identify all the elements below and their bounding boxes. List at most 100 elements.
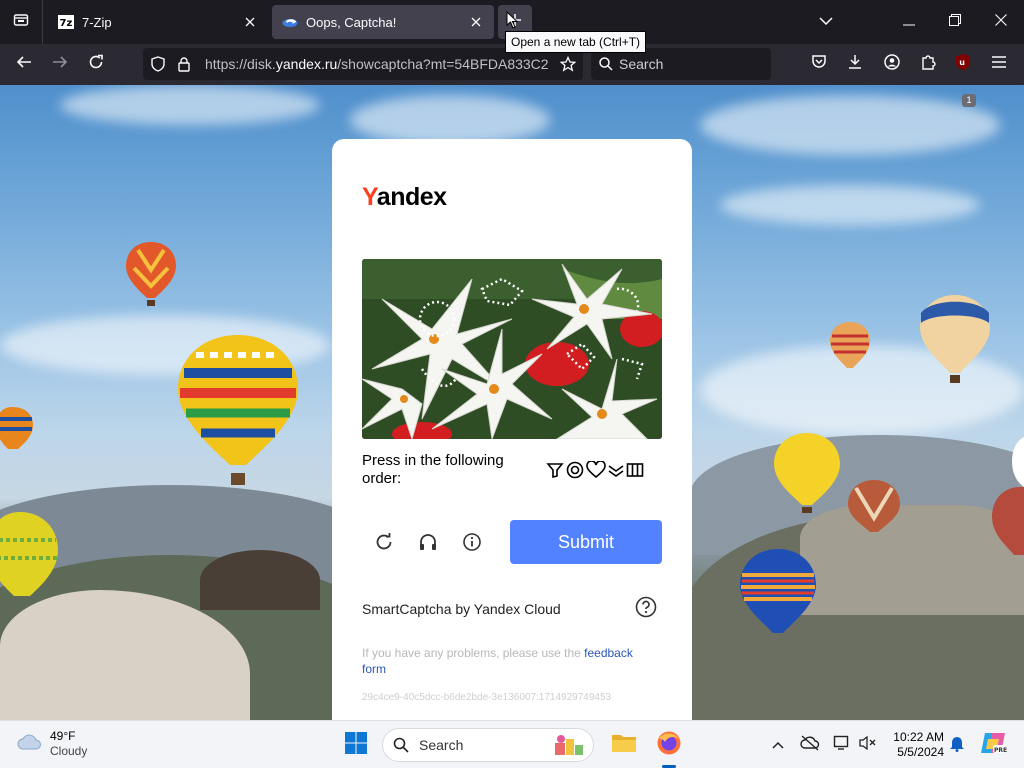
taskbar: 49°F Cloudy Search 10:22 AM 5/5/2024 PRE	[0, 720, 1024, 768]
ublock-extension-button[interactable]: u	[947, 48, 979, 80]
captcha-order-icons	[546, 460, 644, 484]
chevron-down-icon	[819, 13, 833, 31]
hot-air-balloon	[126, 242, 176, 306]
url-prefix: https://disk.	[205, 56, 276, 72]
7zip-icon: 7z	[58, 14, 74, 30]
clock-time: 10:22 AM	[893, 730, 944, 744]
account-button[interactable]	[876, 48, 908, 80]
firefox-view-button[interactable]	[0, 0, 43, 44]
start-button[interactable]	[338, 727, 374, 763]
svg-text:7z: 7z	[60, 18, 73, 29]
tab-strip: 7z 7-Zip Oops, Captcha! Open a new tab (…	[0, 0, 1024, 53]
clock-date: 5/5/2024	[897, 745, 944, 759]
refresh-captcha-button[interactable]	[370, 530, 398, 558]
close-icon	[995, 13, 1007, 31]
hot-air-balloon	[848, 480, 900, 532]
puzzle-icon	[920, 54, 936, 75]
system-clock[interactable]: 10:22 AM 5/5/2024	[886, 730, 944, 760]
ublock-shield-icon: u	[955, 53, 971, 76]
show-hidden-icons-button[interactable]	[766, 733, 790, 757]
pocket-button[interactable]	[803, 48, 835, 80]
restore-icon	[949, 13, 961, 31]
hot-air-balloon	[740, 549, 816, 633]
pocket-icon	[811, 54, 827, 75]
extension-badge: 1	[962, 94, 976, 107]
close-tab-icon[interactable]	[468, 14, 484, 30]
question-icon	[635, 596, 657, 623]
reload-icon	[88, 54, 104, 75]
captcha-card: Yandex Press in the following order: Sub…	[332, 139, 692, 720]
extensions-button[interactable]	[912, 48, 944, 80]
forward-button[interactable]	[44, 48, 76, 80]
speaker-muted-icon	[859, 735, 877, 756]
cloud-icon	[16, 733, 42, 756]
restore-button[interactable]	[932, 0, 978, 44]
help-button[interactable]	[634, 596, 658, 623]
url-path: /showcaptcha?mt=54BFDA833C2	[337, 56, 549, 72]
lock-icon[interactable]	[173, 48, 195, 80]
onedrive-offline-icon	[800, 734, 820, 756]
logo-letter: Y	[362, 183, 377, 211]
reload-button[interactable]	[80, 48, 112, 80]
captcha-image[interactable]	[362, 259, 662, 439]
search-placeholder: Search	[619, 56, 664, 72]
audio-captcha-button[interactable]	[414, 530, 442, 558]
hot-air-balloon	[774, 433, 840, 513]
page-content: Yandex Press in the following order: Sub…	[0, 85, 1024, 720]
close-window-button[interactable]	[978, 0, 1024, 44]
volume-tray-button[interactable]	[856, 733, 880, 757]
hot-air-balloon	[1012, 437, 1024, 487]
captcha-info-button[interactable]	[458, 530, 486, 558]
folder-icon	[611, 732, 637, 759]
firefox-view-icon	[13, 12, 29, 33]
close-tab-icon[interactable]	[242, 14, 258, 30]
new-tab-tooltip: Open a new tab (Ctrl+T)	[505, 31, 647, 53]
url-host: yandex.ru	[275, 56, 338, 72]
copilot-icon: PRE	[979, 729, 1007, 762]
captcha-instruction: Press in the following order:	[362, 452, 504, 487]
weather-condition: Cloudy	[50, 744, 88, 758]
background-cloud	[720, 185, 980, 225]
yandex-logo: Yandex	[362, 183, 447, 212]
hot-air-balloon	[830, 322, 870, 368]
list-all-tabs-button[interactable]	[803, 0, 849, 44]
minimize-button[interactable]	[886, 0, 932, 44]
tab-title: Oops, Captcha!	[306, 14, 397, 30]
smartcaptcha-label: SmartCaptcha by Yandex Cloud	[362, 601, 561, 617]
url-text[interactable]: https://disk.yandex.ru/showcaptcha?mt=54…	[195, 56, 553, 72]
minimize-icon	[903, 13, 915, 31]
firefox-taskbar-button[interactable]	[651, 727, 687, 763]
submit-button[interactable]: Submit	[510, 520, 662, 564]
notifications-button[interactable]	[945, 733, 969, 757]
svg-text:u: u	[959, 58, 965, 67]
network-tray-button[interactable]	[830, 733, 854, 757]
filter-icon	[546, 461, 564, 484]
hot-air-balloon	[0, 512, 58, 596]
captcha-token-id: 29c4ce9-40c5dcc-b6de2bde-3e136007:171492…	[362, 692, 612, 703]
download-icon	[847, 54, 863, 75]
windows-logo-icon	[344, 731, 368, 760]
background-cloud	[350, 95, 550, 145]
chevron-up-icon	[772, 736, 784, 754]
heart-icon	[586, 460, 606, 484]
background-cloud	[700, 95, 1000, 155]
search-icon	[599, 57, 613, 71]
hot-air-balloon	[178, 335, 298, 485]
display-network-icon	[833, 735, 851, 756]
account-icon	[884, 53, 900, 75]
tab-7zip[interactable]: 7z 7-Zip	[48, 5, 268, 39]
onedrive-tray-button[interactable]	[798, 733, 822, 757]
problems-text: If you have any problems, please use the	[362, 646, 585, 660]
downloads-button[interactable]	[839, 48, 871, 80]
hot-air-balloon	[920, 295, 990, 383]
arrow-right-icon	[52, 54, 68, 75]
weather-widget[interactable]: 49°F Cloudy	[16, 729, 87, 759]
taskbar-search-input[interactable]: Search	[382, 728, 594, 762]
app-menu-button[interactable]	[983, 48, 1015, 80]
shield-icon[interactable]	[143, 48, 173, 80]
back-button[interactable]	[8, 48, 40, 80]
tab-oops-captcha[interactable]: Oops, Captcha!	[272, 5, 494, 39]
file-explorer-button[interactable]	[606, 727, 642, 763]
copilot-button[interactable]: PRE	[978, 730, 1008, 760]
background-cloud	[60, 85, 320, 125]
